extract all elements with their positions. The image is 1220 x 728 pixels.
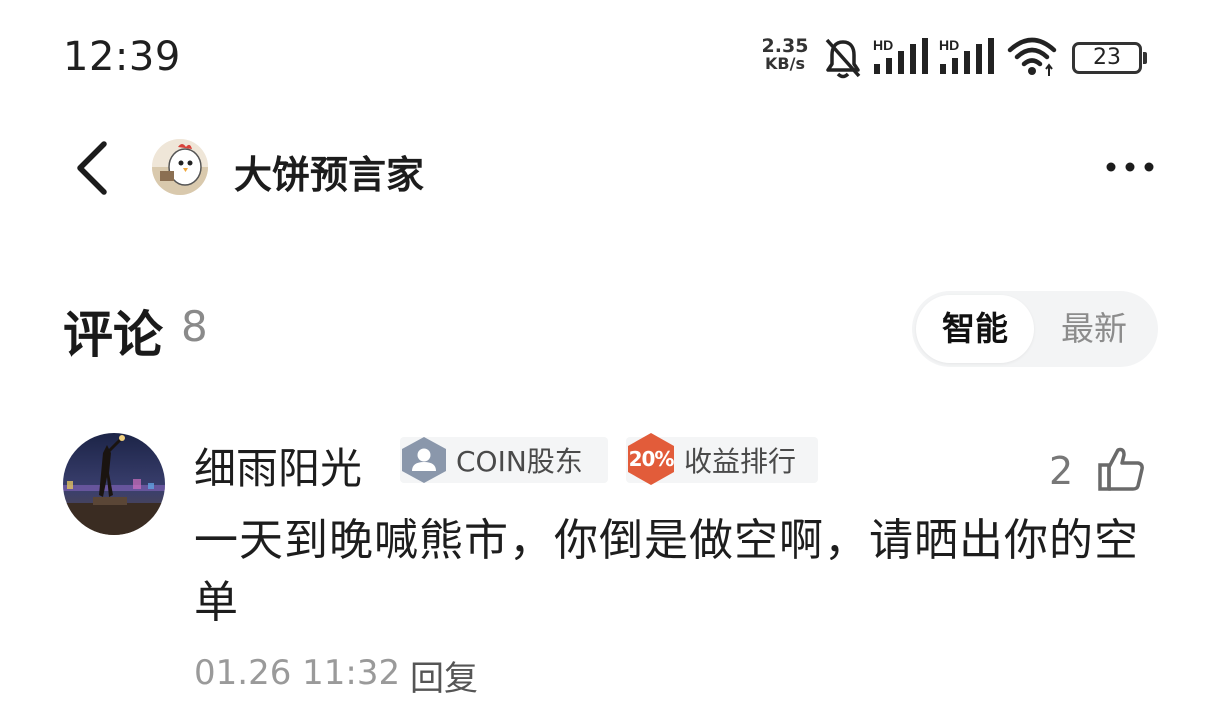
rank-icon-text: 20%	[628, 446, 675, 471]
author-avatar-image	[152, 139, 208, 195]
user-icon	[402, 437, 446, 483]
back-icon[interactable]	[70, 138, 116, 198]
signal-icon: HD	[939, 37, 994, 74]
author-name[interactable]: 大饼预言家	[234, 144, 424, 199]
sort-toggle: 智能 最新	[912, 291, 1158, 367]
signal-label: HD	[939, 37, 959, 53]
badge-label: 收益排行	[684, 445, 797, 478]
user-avatar-image	[63, 433, 165, 535]
sort-option-smart[interactable]: 智能	[916, 295, 1034, 363]
rank-icon: 20%	[626, 432, 676, 485]
sort-option-latest[interactable]: 最新	[1034, 295, 1154, 363]
battery-icon: 23	[1072, 42, 1148, 74]
reply-button[interactable]: 回复	[410, 651, 478, 700]
wifi-icon	[1007, 37, 1057, 76]
comment-time: 01.26 11:32	[194, 653, 401, 693]
network-speed: 2.35 KB/s	[758, 35, 812, 78]
status-time: 12:39	[63, 34, 181, 80]
comment-user-name[interactable]: 细雨阳光	[194, 435, 362, 496]
signal-icon: HD	[873, 37, 928, 74]
more-icon[interactable]	[1104, 160, 1156, 174]
comment-text: 一天到晚喊熊市，你倒是做空啊，请晒出你的空单	[194, 515, 1139, 628]
thumbs-up-icon[interactable]	[1097, 446, 1145, 492]
network-speed-unit: KB/s	[765, 54, 805, 73]
avatar[interactable]	[63, 433, 165, 535]
badge-label: COIN股东	[456, 445, 583, 478]
badge-profit-rank[interactable]: 20% 收益排行	[626, 432, 818, 485]
status-bar: 12:39 2.35 KB/s HD HD 23	[0, 0, 1220, 120]
battery-level: 23	[1093, 45, 1121, 70]
comments-title: 评论	[63, 306, 163, 364]
comments-count: 8	[181, 302, 208, 351]
badge-coin-holder[interactable]: COIN股东	[400, 437, 608, 483]
bell-off-icon	[825, 38, 861, 79]
signal-label: HD	[873, 37, 893, 53]
network-speed-value: 2.35	[761, 35, 809, 57]
avatar[interactable]	[152, 139, 208, 195]
like-count: 2	[1049, 449, 1074, 493]
